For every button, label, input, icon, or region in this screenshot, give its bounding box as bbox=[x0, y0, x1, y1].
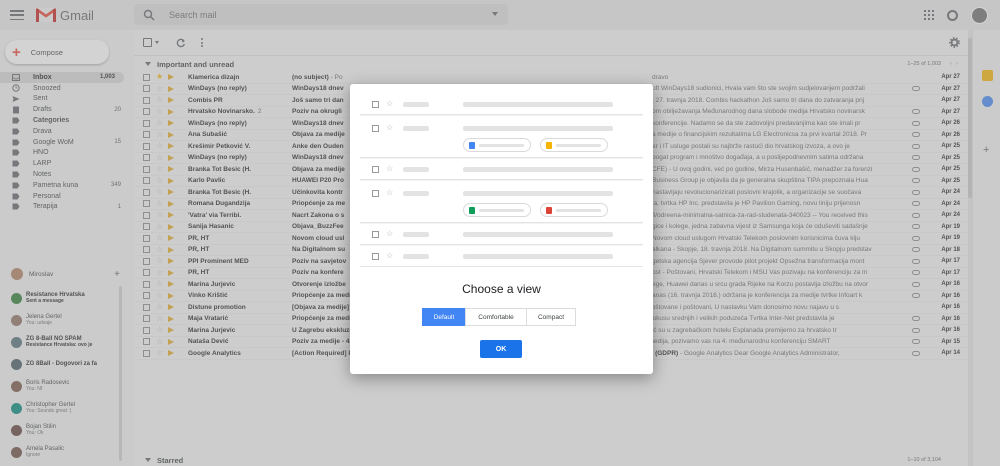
dialog-title: Choose a view bbox=[462, 282, 541, 296]
preview-attachment-chip bbox=[540, 138, 608, 152]
preview-row: ☆ bbox=[360, 116, 643, 158]
view-option-comfortable[interactable]: Comfortable bbox=[465, 308, 527, 326]
view-option-default[interactable]: Default bbox=[422, 308, 466, 326]
preview-attachment-chip bbox=[540, 203, 608, 217]
preview-row: ☆ bbox=[360, 94, 643, 115]
choose-view-dialog: ☆ ☆ ☆ ☆ ☆ ☆ Choose a view Default Comfor… bbox=[350, 84, 653, 374]
preview-attachment-chip bbox=[463, 203, 531, 217]
preview-row: ☆ bbox=[360, 246, 643, 267]
preview-row: ☆ bbox=[360, 181, 643, 223]
density-options: Default Comfortable Compact bbox=[422, 308, 576, 326]
density-preview: ☆ ☆ ☆ ☆ ☆ ☆ bbox=[360, 94, 643, 267]
ok-button[interactable]: OK bbox=[480, 340, 522, 358]
view-option-compact[interactable]: Compact bbox=[526, 308, 576, 326]
preview-row: ☆ bbox=[360, 159, 643, 180]
preview-attachment-chip bbox=[463, 138, 531, 152]
preview-row: ☆ bbox=[360, 224, 643, 245]
